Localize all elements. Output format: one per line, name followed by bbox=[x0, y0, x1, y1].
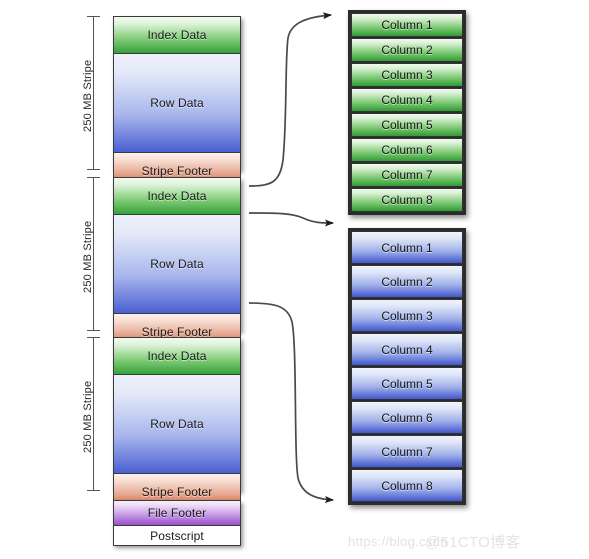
index-column-1[interactable]: Column 1 bbox=[351, 13, 463, 37]
column-label: Column 4 bbox=[381, 342, 433, 357]
stripe-1: Index Data Row Data Stripe Footer bbox=[113, 16, 241, 190]
block-label: Stripe Footer bbox=[141, 485, 213, 499]
index-column-2[interactable]: Column 2 bbox=[351, 38, 463, 62]
stripe-2: Index Data Row Data Stripe Footer bbox=[113, 177, 241, 351]
block-label: Index Data bbox=[147, 349, 207, 363]
row-column-8[interactable]: Column 8 bbox=[351, 469, 463, 502]
stripe-3-index-data[interactable]: Index Data bbox=[113, 337, 241, 375]
column-label: Column 8 bbox=[381, 193, 433, 207]
column-label: Column 8 bbox=[381, 478, 433, 493]
arrow-row-data-to-index-columns bbox=[248, 212, 334, 227]
watermark-brand: @51CTO博客 bbox=[425, 534, 521, 551]
postscript[interactable]: Postscript bbox=[113, 525, 241, 546]
stripe-1-index-data[interactable]: Index Data bbox=[113, 16, 241, 54]
column-label: Column 2 bbox=[381, 43, 433, 57]
row-column-5[interactable]: Column 5 bbox=[351, 367, 463, 400]
column-label: Column 7 bbox=[381, 444, 433, 459]
column-label: Column 5 bbox=[381, 376, 433, 391]
index-column-3[interactable]: Column 3 bbox=[351, 63, 463, 87]
column-label: Column 4 bbox=[381, 93, 433, 107]
column-label: Column 6 bbox=[381, 410, 433, 425]
index-column-7[interactable]: Column 7 bbox=[351, 163, 463, 187]
column-label: Column 2 bbox=[381, 274, 433, 289]
column-label: Column 5 bbox=[381, 118, 433, 132]
row-column-3[interactable]: Column 3 bbox=[351, 299, 463, 332]
row-column-4[interactable]: Column 4 bbox=[351, 333, 463, 366]
block-label: Row Data bbox=[150, 417, 204, 431]
stripe-1-row-data[interactable]: Row Data bbox=[113, 53, 241, 153]
bracket-cap-bottom bbox=[87, 490, 100, 491]
file-tail: File Footer Postscript bbox=[113, 500, 241, 546]
stripe-2-row-data[interactable]: Row Data bbox=[113, 214, 241, 314]
column-label: Column 3 bbox=[381, 308, 433, 323]
bracket-label-stripe-2: 250 MB Stripe bbox=[82, 220, 94, 293]
stripe-3-row-data[interactable]: Row Data bbox=[113, 374, 241, 474]
block-label: Stripe Footer bbox=[141, 164, 213, 178]
stripe-2-index-data[interactable]: Index Data bbox=[113, 177, 241, 215]
block-label: File Footer bbox=[147, 506, 207, 520]
column-label: Column 7 bbox=[381, 168, 433, 182]
index-column-6[interactable]: Column 6 bbox=[351, 138, 463, 162]
row-columns-group: Column 1 Column 2 Column 3 Column 4 Colu… bbox=[348, 228, 466, 505]
row-column-7[interactable]: Column 7 bbox=[351, 435, 463, 468]
file-footer[interactable]: File Footer bbox=[113, 500, 241, 526]
index-column-5[interactable]: Column 5 bbox=[351, 113, 463, 137]
column-label: Column 1 bbox=[381, 18, 433, 32]
column-label: Column 3 bbox=[381, 68, 433, 82]
bracket-label-stripe-1: 250 MB Stripe bbox=[82, 59, 94, 132]
stripe-3: Index Data Row Data Stripe Footer bbox=[113, 337, 241, 511]
diagram-canvas: 250 MB Stripe 250 MB Stripe 250 MB Strip… bbox=[0, 0, 589, 559]
arrow-stripe-footer-to-row-columns bbox=[248, 302, 334, 504]
bracket-label-stripe-3: 250 MB Stripe bbox=[82, 380, 94, 453]
arrow-index-data-to-index-columns bbox=[248, 12, 332, 187]
row-column-1[interactable]: Column 1 bbox=[351, 231, 463, 264]
row-column-2[interactable]: Column 2 bbox=[351, 265, 463, 298]
column-label: Column 6 bbox=[381, 143, 433, 157]
block-label: Index Data bbox=[147, 189, 207, 203]
row-column-6[interactable]: Column 6 bbox=[351, 401, 463, 434]
column-label: Column 1 bbox=[381, 240, 433, 255]
block-label: Row Data bbox=[150, 257, 204, 271]
bracket-cap-bottom bbox=[87, 169, 100, 170]
block-label: Index Data bbox=[147, 28, 207, 42]
index-column-8[interactable]: Column 8 bbox=[351, 188, 463, 212]
index-columns-group: Column 1 Column 2 Column 3 Column 4 Colu… bbox=[348, 10, 466, 215]
block-label: Row Data bbox=[150, 96, 204, 110]
index-column-4[interactable]: Column 4 bbox=[351, 88, 463, 112]
bracket-cap-bottom bbox=[87, 330, 100, 331]
block-label: Postscript bbox=[150, 528, 204, 543]
